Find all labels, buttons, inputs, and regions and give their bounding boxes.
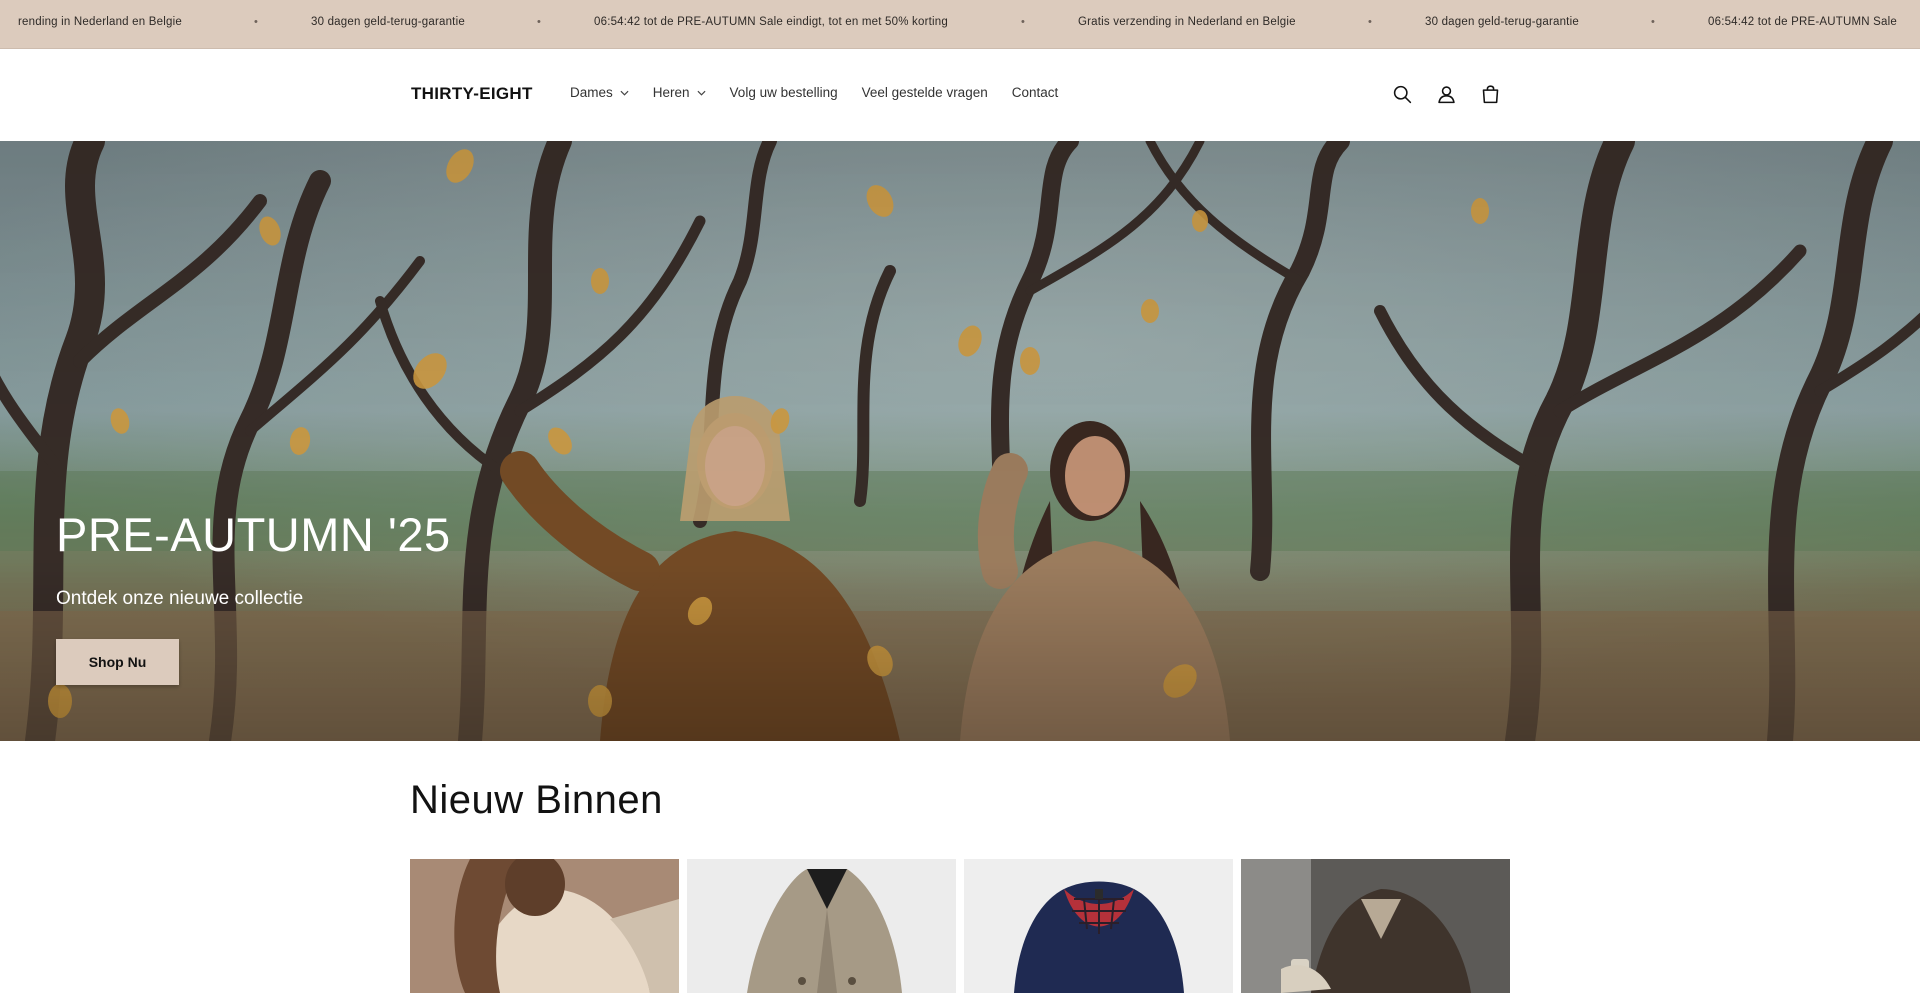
hero-title: PRE-AUTUMN '25 [56,508,451,561]
search-icon [1393,85,1411,103]
main-nav: Dames Heren Volg uw bestelling Veel gest… [570,85,1082,100]
announcement-separator: • [537,16,541,28]
announcement-item: 30 dagen geld-terug-garantie [311,16,465,28]
hero-subtitle: Ontdek onze nieuwe collectie [56,588,304,609]
nav-item-faq[interactable]: Veel gestelde vragen [862,85,988,100]
search-button[interactable] [1390,82,1414,106]
nav-item-label: Dames [570,85,613,100]
account-icon [1437,85,1455,103]
nav-item-label: Contact [1011,85,1059,100]
chevron-down-icon [697,90,706,96]
shop-now-button[interactable]: Shop Nu [56,639,179,685]
header-icons [1390,82,1522,106]
new-arrivals-title: Nieuw Binnen [410,778,663,822]
nav-item-label: Heren [652,85,690,100]
hero-image [0,141,1920,741]
product-card[interactable] [410,859,679,993]
product-image [964,859,1233,993]
announcement-separator: • [1368,16,1372,28]
product-card[interactable] [687,859,956,993]
nav-item-heren[interactable]: Heren [653,85,706,100]
nav-item-contact[interactable]: Contact [1012,85,1059,100]
announcement-track: rending in Nederland en Belgie • 30 dage… [0,0,1920,48]
announcement-item: 06:54:42 tot de PRE-AUTUMN Sale eindigt,… [594,16,948,28]
hero-banner[interactable]: PRE-AUTUMN '25 Ontdek onze nieuwe collec… [0,141,1920,741]
nav-item-track-order[interactable]: Volg uw bestelling [730,85,838,100]
announcement-separator: • [1651,16,1655,28]
announcement-item: rending in Nederland en Belgie [18,16,182,28]
announcement-item: Gratis verzending in Nederland en Belgie [1078,16,1296,28]
announcement-bar: rending in Nederland en Belgie • 30 dage… [0,0,1920,49]
product-card[interactable] [1241,859,1510,993]
nav-item-label: Veel gestelde vragen [861,85,988,100]
product-card[interactable] [964,859,1233,993]
nav-item-dames[interactable]: Dames [570,85,629,100]
product-image [687,859,956,993]
site-header: THIRTY-EIGHT Dames Heren Volg uw bestell… [0,49,1920,141]
announcement-separator: • [254,16,258,28]
announcement-separator: • [1021,16,1025,28]
announcement-item: 06:54:42 tot de PRE-AUTUMN Sale [1708,16,1898,28]
product-image [1241,859,1510,993]
account-button[interactable] [1434,82,1458,106]
product-image [410,859,679,993]
cart-button[interactable] [1478,82,1502,106]
announcement-item: 30 dagen geld-terug-garantie [1425,16,1579,28]
site-logo[interactable]: THIRTY-EIGHT [411,84,533,104]
nav-item-label: Volg uw bestelling [729,85,838,100]
chevron-down-icon [620,90,629,96]
cart-icon [1482,84,1498,103]
